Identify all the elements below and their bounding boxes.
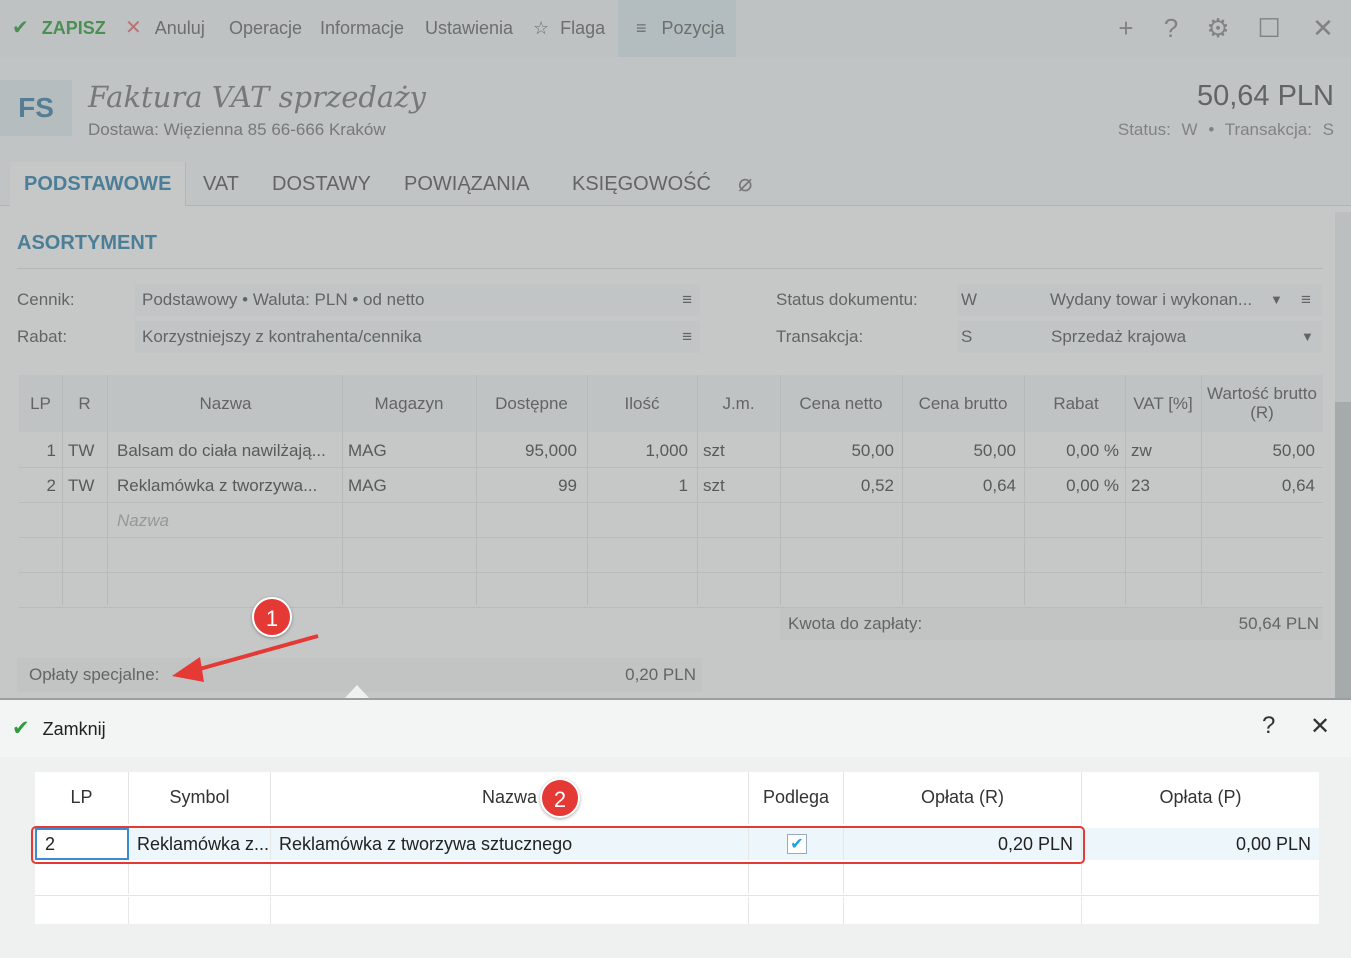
close-icon[interactable]: ✕ xyxy=(1310,712,1330,741)
col-oplata-p[interactable]: Opłata (P) xyxy=(1082,772,1319,824)
annotation-badge-1: 1 xyxy=(252,597,292,637)
annotation-badge-2: 2 xyxy=(540,778,580,818)
row-divider xyxy=(35,895,1319,896)
help-icon[interactable]: ? xyxy=(1262,712,1275,740)
col-podlega[interactable]: Podlega xyxy=(749,772,844,824)
col-oplata-r[interactable]: Opłata (R) xyxy=(844,772,1082,824)
col-lp[interactable]: LP xyxy=(35,772,129,824)
annotation-arrow-line xyxy=(195,634,319,672)
popup-pointer xyxy=(344,685,370,699)
table-row[interactable] xyxy=(35,862,1319,894)
row-highlight xyxy=(31,826,1085,864)
annotation-arrow-head xyxy=(172,657,204,682)
col-symbol[interactable]: Symbol xyxy=(129,772,271,824)
special-fees-panel: ✔ Zamknij ? ✕ LP Symbol Nazwa Podlega Op… xyxy=(0,698,1351,958)
panel-toolbar: ✔ Zamknij ? ✕ xyxy=(0,700,1351,757)
check-icon: ✔ xyxy=(12,717,30,740)
table-row[interactable] xyxy=(35,897,1319,924)
close-panel-button[interactable]: ✔ Zamknij xyxy=(12,716,106,741)
col-nazwa[interactable]: Nazwa xyxy=(271,772,749,824)
